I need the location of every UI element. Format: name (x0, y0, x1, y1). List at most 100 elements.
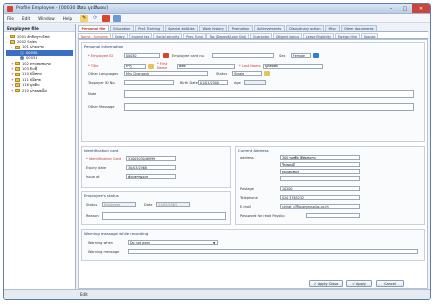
tab-8[interactable]: Misc (325, 25, 340, 31)
tree-node-label: 110 ບໍລິຫານ (22, 72, 42, 77)
identification-title: Identification card (84, 148, 119, 153)
grid-icon[interactable] (113, 14, 122, 22)
subtab-3[interactable]: Social security (153, 32, 183, 39)
sub-tabs: Name - Surname Salary Income tax Social sec… (78, 32, 428, 39)
tab-1[interactable]: Education (109, 25, 134, 31)
postage-label: Postage (240, 186, 254, 191)
address-line2[interactable]: ຈັນທະບູລີ (280, 162, 360, 167)
subtab-1[interactable]: Salary (111, 32, 128, 39)
person-icon (20, 56, 24, 61)
tab-4[interactable]: Work history (199, 25, 228, 31)
tree-node-label: 101 ຝ່າຍຂາຍ (22, 45, 45, 50)
apply-close-button[interactable]: ✔ Apply Close (309, 280, 343, 287)
tab-7[interactable]: Disciplinary action (285, 25, 324, 31)
reason-label: Reason (86, 214, 99, 218)
subtab-5[interactable]: Tax (Deposit/Loan Slot) (206, 32, 250, 39)
warning-message-label: Warning message (88, 249, 120, 254)
tree-node[interactable]: +210 ຝ່າຍຜະລິດ (6, 88, 73, 93)
expiry-label: Expiry date (86, 165, 106, 170)
subtab-8[interactable]: Leave Eligibility (302, 32, 334, 39)
employee-card-label: Employee card no. (172, 53, 205, 58)
first-name-label: * First Name (157, 62, 168, 70)
address-line4[interactable] (280, 176, 360, 181)
address-line1[interactable]: 300 ຖະໜົນ ສີສະຫວາດ (280, 155, 360, 160)
issued-field[interactable]: ສ່ວນກາງແຂວງ (126, 174, 176, 179)
reason-field[interactable] (102, 212, 226, 220)
other-lang-field[interactable]: Mrs Chansouk (124, 71, 208, 76)
chevron-down-icon[interactable]: ▼ (213, 241, 215, 245)
pencil-icon[interactable]: ✎ (80, 14, 89, 22)
tab-0[interactable]: Personal file (78, 25, 109, 31)
address-title: Current Address (238, 148, 269, 153)
marital-status-select[interactable]: Single (232, 71, 262, 76)
id-card-label: * Identification Card (86, 156, 122, 161)
tree-node-label: 00031 (26, 56, 38, 61)
postage-field[interactable]: 10200 (280, 186, 360, 191)
email-field[interactable]: sirirat_c@businessplus.co.th (280, 204, 360, 209)
minimize-icon[interactable]: – (384, 4, 398, 13)
folder-icon (10, 40, 15, 44)
folder-icon (15, 61, 20, 66)
close-icon[interactable]: ✕ (412, 4, 430, 13)
record-icon[interactable] (102, 14, 111, 22)
employee-id-field[interactable]: 00030 (124, 53, 160, 58)
check-icon: ✔ (313, 281, 317, 286)
first-name-field[interactable]: ສີສະ (177, 63, 235, 69)
birth-date-label: Birth Date (180, 80, 198, 85)
last-name-field[interactable]: ບຸດສີພອນ (263, 63, 323, 69)
person-icon (20, 50, 24, 55)
subtab-0[interactable]: Name - Surname (78, 32, 111, 39)
note-field[interactable] (124, 90, 414, 98)
subtab-9[interactable]: Foreign Hire (334, 32, 361, 39)
other-lang-label: Other Languages (88, 71, 119, 76)
other-message-field[interactable] (124, 103, 414, 111)
tab-2[interactable]: Prof. Training (134, 25, 164, 31)
address-line3[interactable]: ນະຄອນຫຼວງ (280, 169, 360, 174)
taxpayer-field[interactable] (124, 80, 174, 85)
warning-message-field[interactable] (128, 249, 418, 254)
tab-6[interactable]: Achievements (253, 25, 285, 31)
telephone-field[interactable]: 020 5765232 (280, 195, 360, 200)
menu-edit[interactable]: Edit (22, 16, 30, 21)
warning-when-label: Warning when (88, 240, 113, 245)
menu-window[interactable]: Window (38, 16, 55, 21)
warning-section: Warning message while recording Warning … (81, 229, 425, 261)
note-label: Note (88, 92, 97, 96)
subtab-4[interactable]: Prov. Fund (183, 32, 206, 39)
warning-when-select[interactable]: Do not warn (128, 240, 218, 245)
subtab-2[interactable]: Income tax (128, 32, 153, 39)
payslip-password-label: Password for read Payslip (240, 213, 285, 218)
emp-date-label: Date (144, 202, 153, 207)
tree-node-label: 2001 ສຳນັກງານໃຫຍ່ (17, 34, 50, 39)
status-lookup-icon[interactable] (264, 71, 270, 76)
main-body: Employee file -2001 ສຳນັກງານໃຫຍ່ -2002 Sa… (4, 24, 430, 289)
folder-icon (15, 67, 20, 71)
subtab-6[interactable]: Guarantor (250, 32, 273, 39)
menu-file[interactable]: File (7, 16, 14, 21)
expiry-field[interactable]: 30/03/2568 (126, 165, 176, 170)
id-card-field[interactable]: 3100503048999 (126, 156, 176, 161)
maximize-icon[interactable]: □ (398, 4, 412, 13)
subtab-10[interactable]: Spouse (360, 32, 379, 39)
title-select[interactable]: ນາງ (124, 63, 146, 69)
cancel-button[interactable]: Cancel (376, 280, 404, 287)
photo-icon[interactable] (163, 53, 169, 58)
employee-id-label: * Employee ID (88, 53, 114, 58)
subtab-7[interactable]: Diligent bonus (273, 32, 303, 39)
tab-9[interactable]: Other documents (340, 25, 378, 31)
refresh-icon[interactable]: ⟳ (91, 15, 99, 22)
sex-lookup-icon[interactable] (313, 53, 319, 58)
sex-select[interactable]: Female (291, 53, 311, 58)
age-label: Age (234, 80, 241, 85)
tab-5[interactable]: Promotion (228, 25, 253, 31)
age-field (244, 80, 266, 85)
title-label: * Title (88, 64, 99, 68)
apply-button[interactable]: ✔ Apply (346, 280, 372, 287)
title-lookup-icon[interactable] (148, 63, 154, 69)
birth-date-field[interactable]: 01/01/2500 (198, 80, 228, 85)
menu-help[interactable]: Help (63, 16, 73, 21)
employee-card-field[interactable] (212, 53, 274, 58)
tab-3[interactable]: Special abilities (164, 25, 199, 31)
personal-section: Personal Information * Employee ID 00030… (81, 42, 425, 142)
payslip-password-field[interactable] (306, 213, 360, 218)
